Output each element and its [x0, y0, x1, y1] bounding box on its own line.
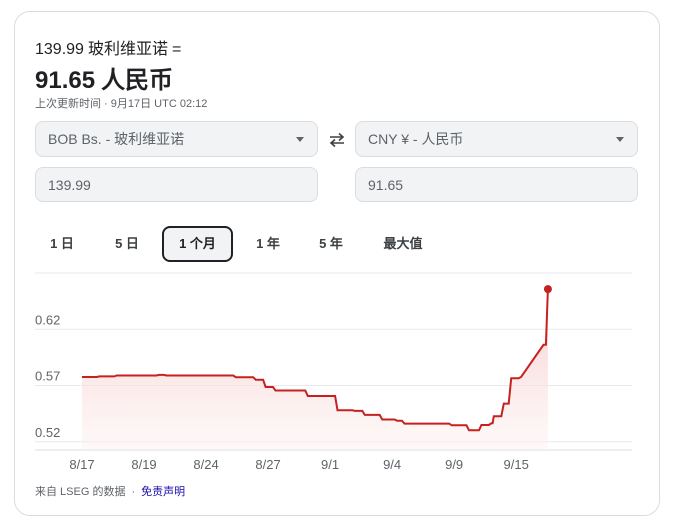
last-updated-text: 上次更新时间 · 9月17日 UTC 02:12 — [35, 98, 208, 110]
x-tick-label: 9/9 — [445, 457, 463, 472]
x-tick-label: 8/17 — [69, 457, 94, 472]
conversion-result: 91.65 人民币 — [35, 60, 179, 95]
to-amount-input[interactable] — [355, 167, 638, 202]
chart-area-fill — [82, 289, 548, 450]
to-currency-label: CNY ¥ - 人民币 — [368, 131, 464, 147]
x-tick-label: 8/27 — [255, 457, 280, 472]
chart-y-axis: 0.67 0.62 0.57 0.52 — [35, 270, 60, 440]
y-tick-label: 0.67 — [35, 270, 60, 271]
summary-equals: = — [171, 41, 182, 58]
range-tab-5y[interactable]: 5 年 — [305, 226, 357, 262]
data-source-line: 来自 LSEG 的数据 · 免责声明 — [35, 483, 185, 499]
footer-separator: · — [131, 486, 136, 498]
y-tick-label: 0.52 — [35, 425, 60, 440]
from-currency-label: BOB Bs. - 玻利维亚诺 — [48, 131, 185, 147]
y-tick-label: 0.57 — [35, 369, 60, 384]
result-amount: 91.65 — [35, 67, 96, 94]
summary-amount-from: 139.99 — [35, 41, 84, 58]
x-tick-label: 9/15 — [504, 457, 529, 472]
data-source-text: 来自 LSEG 的数据 — [35, 486, 126, 498]
swap-arrows-icon[interactable] — [327, 130, 347, 150]
from-currency-select[interactable]: BOB Bs. - 玻利维亚诺 — [35, 121, 318, 157]
disclaimer-link[interactable]: 免责声明 — [141, 486, 185, 498]
dropdown-caret-icon — [616, 137, 624, 142]
summary-currency-from: 玻利维亚诺 — [87, 41, 168, 58]
range-tab-1m[interactable]: 1 个月 — [162, 226, 233, 262]
range-tab-1y[interactable]: 1 年 — [242, 226, 294, 262]
exchange-rate-chart: 0.67 0.62 0.57 0.52 8/17 8/19 8/24 8/27 9/1 9/4 9… — [35, 270, 632, 472]
result-currency: 人民币 — [101, 67, 174, 94]
x-tick-label: 8/19 — [131, 457, 156, 472]
y-tick-label: 0.62 — [35, 312, 60, 327]
conversion-summary-line: 139.99 玻利维亚诺 = — [35, 35, 185, 59]
range-tab-5d[interactable]: 5 日 — [101, 226, 153, 262]
from-amount-input[interactable] — [35, 167, 318, 202]
x-tick-label: 9/4 — [383, 457, 401, 472]
x-tick-label: 9/1 — [321, 457, 339, 472]
chart-x-axis: 8/17 8/19 8/24 8/27 9/1 9/4 9/9 9/15 — [69, 457, 528, 472]
range-tab-max[interactable]: 最大值 — [372, 226, 434, 262]
x-tick-label: 8/24 — [193, 457, 218, 472]
dropdown-caret-icon — [296, 137, 304, 142]
chart-last-point — [543, 285, 552, 294]
to-currency-select[interactable]: CNY ¥ - 人民币 — [355, 121, 638, 157]
range-tab-1d[interactable]: 1 日 — [36, 226, 88, 262]
